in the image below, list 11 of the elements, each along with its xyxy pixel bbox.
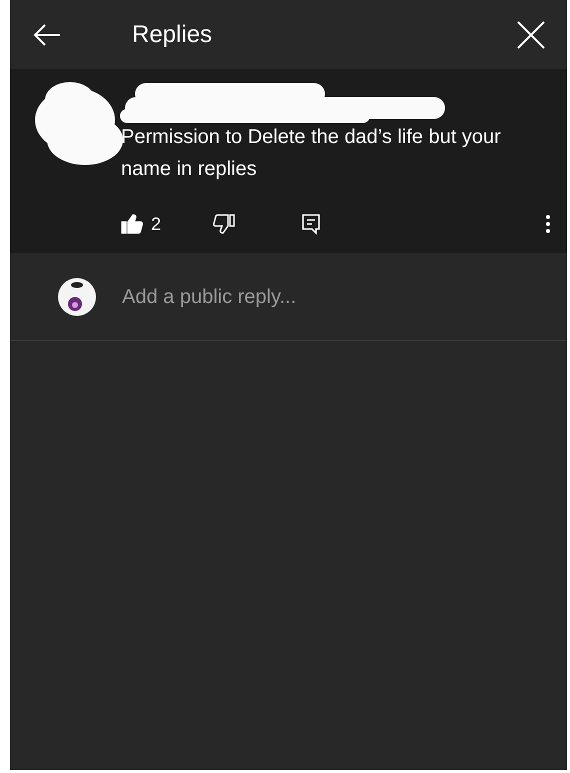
dislike-icon[interactable]	[213, 214, 236, 234]
back-icon[interactable]	[32, 22, 62, 46]
more-options-icon[interactable]	[545, 214, 551, 234]
avatar	[58, 278, 96, 316]
like-icon[interactable]	[121, 214, 143, 234]
panel-title: Replies	[132, 20, 212, 50]
comment-text: Permission to Delete the dad’s life but your name in replies	[121, 125, 502, 182]
reply-field[interactable]: Add a public reply...	[120, 280, 500, 312]
like-count: 2	[151, 212, 162, 236]
close-icon[interactable]	[517, 20, 545, 48]
reply-icon[interactable]	[301, 213, 322, 235]
